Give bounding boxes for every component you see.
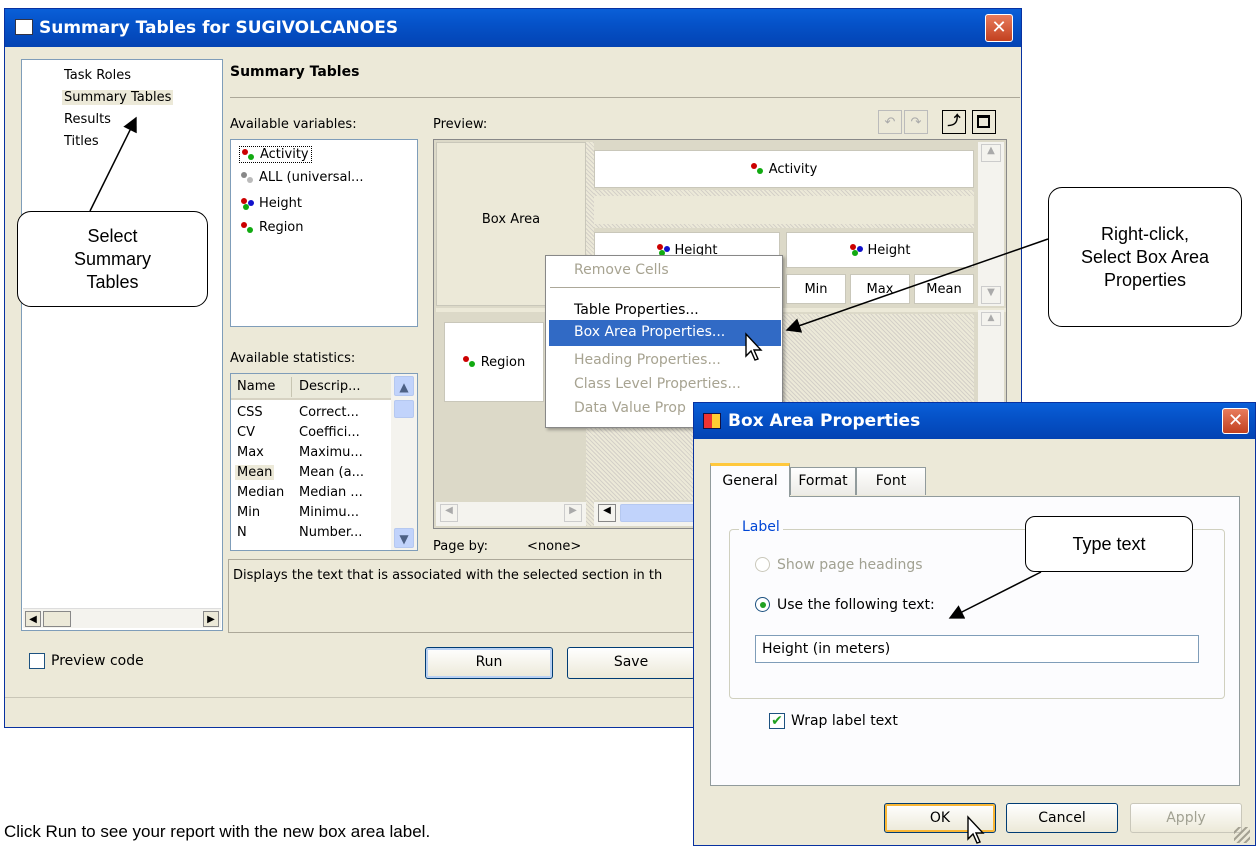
callout-arrows xyxy=(89,116,1049,619)
caption-text: Click Run to see your report with the ne… xyxy=(4,822,431,841)
tab-general[interactable]: General xyxy=(710,463,790,497)
